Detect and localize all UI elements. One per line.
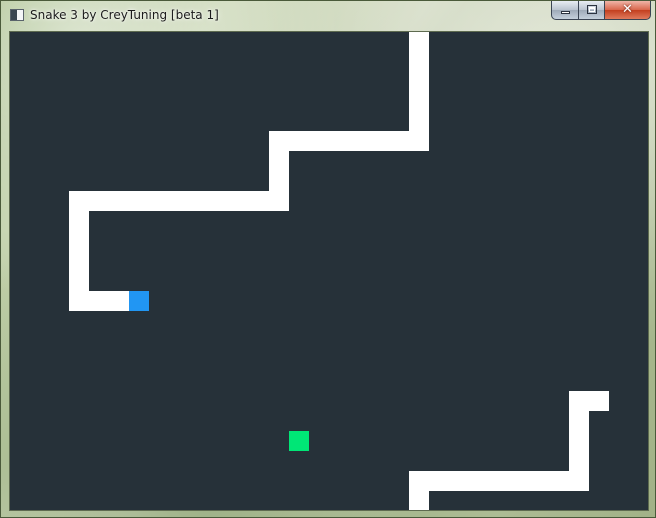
game-board[interactable]	[10, 32, 648, 510]
snake-body-segment	[209, 191, 229, 211]
snake-body-segment	[89, 191, 109, 211]
caption-buttons: ✕	[551, 1, 651, 21]
snake-body-segment	[589, 391, 609, 411]
window-title: Snake 3 by CreyTuning [beta 1]	[30, 8, 219, 22]
game-client-area	[9, 31, 649, 511]
snake-body-segment	[89, 291, 109, 311]
snake-body-segment	[169, 191, 189, 211]
snake-body-segment	[109, 191, 129, 211]
snake-body-segment	[69, 211, 89, 231]
snake-body-segment	[149, 191, 169, 211]
snake-body-segment	[69, 251, 89, 271]
snake-body-segment	[409, 32, 429, 51]
close-button[interactable]: ✕	[604, 1, 651, 20]
snake-body-segment	[269, 171, 289, 191]
snake-body-segment	[429, 471, 449, 491]
snake-body-segment	[409, 131, 429, 151]
food-pellet	[289, 431, 309, 451]
snake-body-segment	[309, 131, 329, 151]
app-window-icon[interactable]	[10, 9, 24, 21]
close-icon: ✕	[622, 2, 633, 17]
snake-body-segment	[269, 151, 289, 171]
minimize-button[interactable]	[551, 1, 578, 20]
snake-body-segment	[369, 131, 389, 151]
maximize-button[interactable]	[578, 1, 604, 20]
minimize-icon	[561, 11, 570, 14]
app-window: Snake 3 by CreyTuning [beta 1] ✕	[0, 0, 656, 518]
snake-body-segment	[329, 131, 349, 151]
snake-body-segment	[569, 431, 589, 451]
snake-body-segment	[569, 391, 589, 411]
snake-body-segment	[409, 471, 429, 491]
snake-body-segment	[289, 131, 309, 151]
snake-body-segment	[69, 191, 89, 211]
title-bar[interactable]: Snake 3 by CreyTuning [beta 1] ✕	[1, 1, 656, 29]
snake-body-segment	[69, 271, 89, 291]
snake-body-segment	[569, 471, 589, 491]
snake-body-segment	[409, 491, 429, 510]
maximize-icon	[587, 5, 597, 14]
snake-head	[129, 291, 149, 311]
snake-body-segment	[529, 471, 549, 491]
snake-body-segment	[69, 231, 89, 251]
snake-body-segment	[109, 291, 129, 311]
snake-body-segment	[449, 471, 469, 491]
snake-body-segment	[129, 191, 149, 211]
snake-body-segment	[469, 471, 489, 491]
snake-body-segment	[489, 471, 509, 491]
snake-body-segment	[389, 131, 409, 151]
snake-body-segment	[549, 471, 569, 491]
snake-body-segment	[569, 451, 589, 471]
snake-body-segment	[409, 51, 429, 71]
snake-body-segment	[229, 191, 249, 211]
snake-body-segment	[569, 411, 589, 431]
snake-body-segment	[189, 191, 209, 211]
snake-body-segment	[69, 291, 89, 311]
snake-body-segment	[409, 91, 429, 111]
snake-body-segment	[269, 191, 289, 211]
snake-body-segment	[269, 131, 289, 151]
snake-body-segment	[409, 111, 429, 131]
snake-body-segment	[509, 471, 529, 491]
snake-body-segment	[409, 71, 429, 91]
snake-body-segment	[249, 191, 269, 211]
snake-body-segment	[349, 131, 369, 151]
